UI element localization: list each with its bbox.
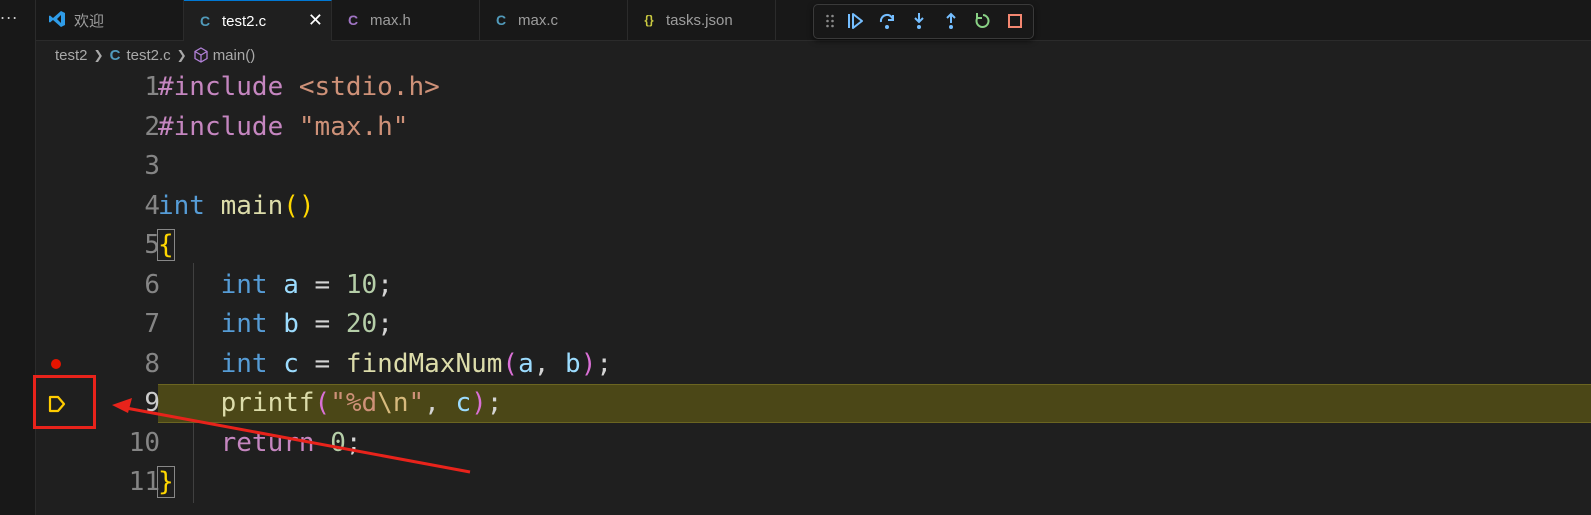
symbol-method-icon — [193, 47, 209, 63]
line-content: printf("%d\n", c); — [220, 388, 503, 418]
code-line[interactable]: 3 — [36, 147, 1591, 187]
tab-label: max.h — [370, 11, 411, 29]
close-icon[interactable]: ✕ — [308, 10, 323, 31]
tab-label: test2.c — [222, 12, 267, 30]
step-over-icon[interactable] — [877, 11, 897, 31]
tab-label: 欢迎 — [74, 12, 105, 30]
drag-handle-icon[interactable] — [820, 11, 840, 31]
line-number: 6 — [144, 269, 160, 300]
line-number: 11 — [128, 467, 160, 497]
c-header-icon: C — [347, 12, 359, 28]
activity-bar: ... — [0, 0, 36, 515]
code-line[interactable]: 1 #include <stdio.h> — [36, 68, 1591, 108]
line-number: 7 — [144, 309, 160, 339]
line-content: int main() — [158, 190, 315, 221]
breadcrumb-file[interactable]: test2.c — [126, 47, 170, 64]
line-number: 4 — [144, 190, 160, 221]
step-into-icon[interactable] — [909, 11, 929, 31]
line-number: 1 — [144, 72, 160, 102]
chevron-right-icon: ❯ — [176, 48, 187, 62]
code-line[interactable]: 7 int b = 20; — [36, 305, 1591, 345]
line-content: return 0; — [220, 427, 362, 458]
vscode-icon — [48, 10, 66, 31]
tab-test2-c[interactable]: C test2.c ✕ — [184, 0, 332, 41]
c-file-icon: C — [495, 12, 507, 28]
debug-toolbar — [813, 4, 1034, 39]
step-out-icon[interactable] — [941, 11, 961, 31]
tab-label: max.c — [518, 11, 559, 29]
line-number: 3 — [144, 151, 160, 181]
stop-icon[interactable] — [1005, 11, 1025, 31]
tab-welcome[interactable]: 欢迎 — [36, 0, 184, 40]
breadcrumb-folder[interactable]: test2 — [55, 47, 88, 64]
code-line[interactable]: 6 int a = 10; — [36, 266, 1591, 306]
line-content: #include <stdio.h> — [158, 72, 440, 102]
line-content: { — [157, 229, 175, 261]
c-file-icon: C — [199, 13, 211, 29]
code-editor[interactable]: 1 #include <stdio.h> 2 #include "max.h" … — [36, 68, 1591, 515]
line-number: 10 — [128, 427, 160, 458]
chevron-right-icon: ❯ — [93, 48, 104, 62]
code-line[interactable]: 10 return 0; — [36, 424, 1591, 464]
breakpoint-icon[interactable] — [51, 359, 61, 369]
line-content: int b = 20; — [220, 309, 393, 339]
code-line[interactable]: 4 int main() — [36, 187, 1591, 227]
line-number: 5 — [144, 230, 160, 260]
line-number: 2 — [144, 111, 160, 142]
breadcrumb-symbol[interactable]: main() — [213, 47, 256, 64]
restart-icon[interactable] — [973, 11, 993, 31]
tab-label: tasks.json — [666, 11, 733, 29]
line-content: int a = 10; — [220, 269, 393, 300]
code-line[interactable]: 5 { — [36, 226, 1591, 266]
c-file-icon: C — [109, 46, 121, 64]
code-line[interactable]: 8 int c = findMaxNum(a, b); — [36, 345, 1591, 385]
tab-max-c[interactable]: C max.c — [480, 0, 628, 40]
breadcrumb: test2 ❯ C test2.c ❯ main() — [55, 44, 255, 66]
line-content: #include "max.h" — [158, 111, 409, 142]
code-line[interactable]: 2 #include "max.h" — [36, 108, 1591, 148]
json-icon: {} — [644, 13, 654, 27]
current-execution-line[interactable]: 9 printf("%d\n", c); — [36, 384, 1591, 424]
annotation-highlight-box — [33, 375, 96, 429]
continue-icon[interactable] — [845, 11, 865, 31]
ellipsis-icon[interactable]: ... — [0, 6, 18, 22]
line-content: } — [157, 466, 175, 498]
line-content: int c = findMaxNum(a, b); — [220, 348, 613, 379]
tab-max-h[interactable]: C max.h — [332, 0, 480, 40]
code-line[interactable]: 11 } — [36, 463, 1591, 503]
tab-tasks-json[interactable]: {} tasks.json — [628, 0, 776, 40]
